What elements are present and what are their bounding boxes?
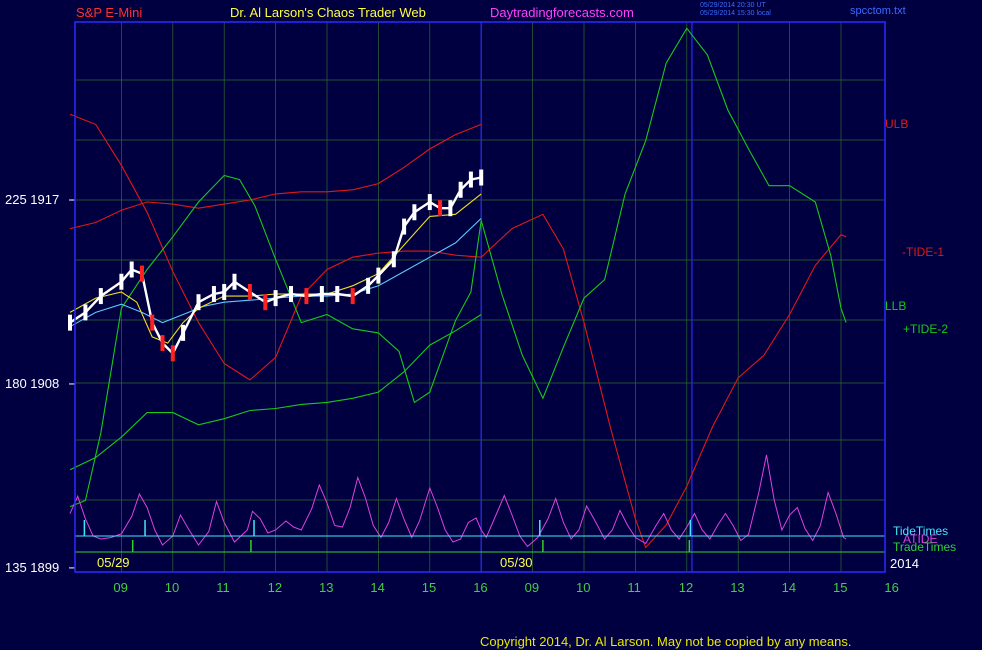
price-bar [196,294,201,311]
price-bar [366,277,371,294]
price-bar [247,283,252,300]
site-name[interactable]: Daytradingforecasts.com [490,5,634,20]
x-hour-label: 14 [370,580,384,595]
price-bar [468,171,473,188]
price-bar [98,288,103,305]
price-bar [129,261,134,278]
chart-title: Dr. Al Larson's Chaos Trader Web [230,5,426,20]
x-hour-label: 09 [113,580,127,595]
price-bar [222,283,227,300]
price-bar [391,251,396,268]
right-legend-label: +TIDE-2 [903,322,948,336]
timestamp-local: 05/29/2014 15:30 local [700,10,771,17]
atide-curve [69,454,847,548]
price-bar [68,314,72,331]
x-date-label: 05/29 [97,555,130,570]
y-tick-label: 180 1908 [5,376,59,391]
price-bar [376,267,381,284]
right-legend-label: ULB [885,117,908,131]
x-hour-label: 09 [525,580,539,595]
x-hour-label: 13 [319,580,333,595]
x-hour-label: 13 [730,580,744,595]
price-bar [350,288,355,305]
series-lines [68,27,847,549]
price-bar [160,335,165,352]
file-name: spcctom.txt [850,5,906,17]
price-bar [335,286,340,303]
price-bar [170,345,175,362]
price-bar [402,218,407,235]
right-legend-label: TradeTimes [893,540,956,554]
llb-series-line [69,27,847,508]
price-bar [232,273,237,290]
price-bar [273,290,278,307]
tide-area [69,454,885,553]
y-tick-label: 225 1917 [5,192,59,207]
price-bar [211,286,216,303]
x-hour-label: 12 [679,580,693,595]
price-bar [412,204,417,221]
x-hour-label: 10 [576,580,590,595]
symbol-label: S&P E-Mini [76,5,143,20]
right-legend-label: LLB [885,299,906,313]
x-hour-label: 12 [268,580,282,595]
price-bar [304,288,309,305]
price-bar [448,200,453,217]
x-hour-label: 10 [165,580,179,595]
x-date-label: 05/30 [500,555,533,570]
x-hour-label: 15 [422,580,436,595]
year-label: 2014 [890,556,919,571]
price-bar [263,294,268,311]
x-hour-label: 11 [627,580,641,595]
x-hour-label: 14 [782,580,796,595]
copyright-notice: Copyright 2014, Dr. Al Larson. May not b… [480,634,852,649]
axis-labels: 225 1917 180 1908 135 1899 09 10 11 12 13 14 15 16… [5,117,956,595]
price-bar [181,324,186,341]
ulb-series-line [69,113,847,549]
x-hour-label: 11 [216,580,230,595]
price-bar [458,181,463,198]
chart-canvas: 225 1917 180 1908 135 1899 09 10 11 12 13 14 15 16… [5,21,956,595]
price-bar [438,200,443,217]
timestamp-ut: 05/29/2014 20:30 UT [700,2,766,9]
right-legend-label: -TIDE-1 [902,245,944,259]
price-bar [139,265,144,282]
price-bar [479,169,484,186]
price-bar [319,286,324,303]
price-bar [427,194,432,211]
x-hour-label: 16 [884,580,898,595]
price-bar [119,273,124,290]
price-bar [289,286,294,303]
price-bar [83,304,88,321]
price-bar [150,314,155,331]
y-tick-label: 135 1899 [5,560,59,575]
x-hour-label: 15 [833,580,847,595]
x-hour-label: 16 [473,580,487,595]
